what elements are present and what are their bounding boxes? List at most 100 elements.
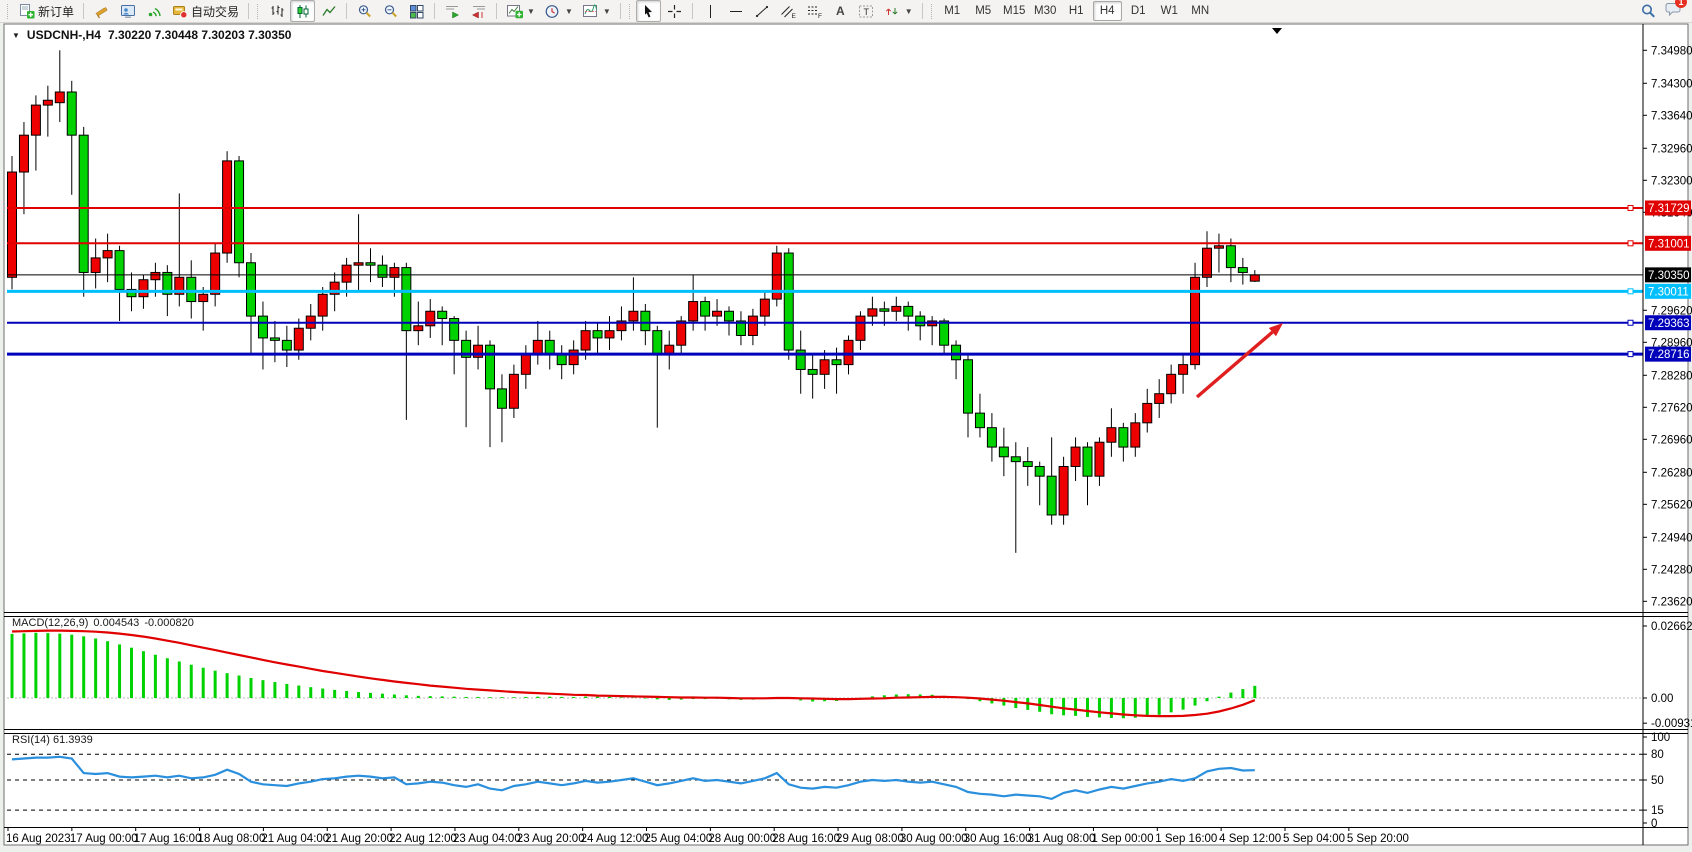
macd-indicator-label: MACD(12,26,9) 0.004543 -0.000820 [12, 617, 194, 629]
auto-scroll-button[interactable] [440, 0, 465, 22]
tile-windows-button[interactable] [404, 0, 429, 22]
auto-trading-button[interactable]: 自动交易 [167, 0, 243, 22]
timeframe-button-m5[interactable]: M5 [969, 1, 998, 21]
crosshair-tool-button[interactable] [662, 0, 687, 22]
chart-symbol-period: USDCNH-,H4 [27, 28, 101, 42]
new-chart-button[interactable]: ▼ [502, 0, 539, 22]
timeframe-button-w1[interactable]: W1 [1155, 1, 1184, 21]
svg-text:1 Sep 16:00: 1 Sep 16:00 [1155, 833, 1217, 845]
timeframe-button-mn[interactable]: MN [1186, 1, 1215, 21]
zoom-in-button[interactable] [352, 0, 377, 22]
svg-text:17 Aug 16:00: 17 Aug 16:00 [134, 833, 202, 845]
svg-text:28 Aug 16:00: 28 Aug 16:00 [772, 833, 840, 845]
svg-text:25 Aug 04:00: 25 Aug 04:00 [645, 833, 713, 845]
separator [922, 3, 923, 19]
text-icon: A [832, 3, 849, 19]
search-icon[interactable] [1640, 3, 1657, 19]
community-button[interactable]: 1 [1665, 1, 1682, 22]
svg-text:18 Aug 08:00: 18 Aug 08:00 [198, 833, 266, 845]
collapse-triangle-icon[interactable]: ▼ [12, 31, 20, 40]
macd-signal-value: -0.000820 [144, 617, 194, 629]
equidistant-channel-tool-button[interactable]: E [776, 0, 801, 22]
terminal-button[interactable] [115, 0, 140, 22]
svg-text:23 Aug 04:00: 23 Aug 04:00 [453, 833, 521, 845]
new-order-button[interactable]: 新订单 [14, 0, 78, 22]
bar-chart-mode-button[interactable] [264, 0, 289, 22]
svg-text:7.30011: 7.30011 [1648, 286, 1689, 298]
line-chart-mode-button[interactable] [316, 0, 341, 22]
chart-canvas[interactable]: 7.349807.343007.336407.329607.323007.316… [0, 0, 1692, 852]
announcement-button[interactable] [89, 0, 114, 22]
svg-text:7.31001: 7.31001 [1648, 238, 1690, 250]
timeframe-button-h4[interactable]: H4 [1093, 1, 1122, 21]
timeframe-button-h1[interactable]: H1 [1062, 1, 1091, 21]
separator [692, 3, 693, 19]
line-chart-icon [320, 3, 337, 19]
svg-text:23 Aug 20:00: 23 Aug 20:00 [517, 833, 585, 845]
rsi-indicator-label: RSI(14) 61.3939 [12, 734, 93, 746]
svg-text:21 Aug 04:00: 21 Aug 04:00 [261, 833, 329, 845]
svg-text:7.34300: 7.34300 [1651, 78, 1692, 90]
chart-window [4, 24, 1688, 845]
toolbar-grip [7, 4, 10, 19]
rsi-name: RSI(14) 61.3939 [12, 734, 93, 746]
toolbar-grip [931, 4, 934, 19]
svg-text:4 Sep 12:00: 4 Sep 12:00 [1219, 833, 1281, 845]
svg-text:21 Aug 20:00: 21 Aug 20:00 [325, 833, 393, 845]
cursor-tool-button[interactable] [636, 0, 661, 22]
chart-ohlc-values: 7.30220 7.30448 7.30203 7.30350 [108, 28, 292, 42]
horizontal-line-tool-button[interactable] [724, 0, 749, 22]
svg-text:7.28716: 7.28716 [1648, 349, 1690, 361]
periods-button[interactable]: ▼ [540, 0, 577, 22]
svg-text:0.026621: 0.026621 [1651, 621, 1692, 633]
svg-text:7.31729: 7.31729 [1648, 203, 1690, 215]
text-tool-button[interactable]: A [828, 0, 853, 22]
separator [496, 3, 497, 19]
arrows-tool-button[interactable]: ▼ [880, 0, 917, 22]
notification-badge: 1 [1675, 0, 1687, 8]
candlestick-mode-button[interactable] [290, 0, 315, 22]
clock-icon [544, 3, 561, 19]
templates-button[interactable]: ▼ [578, 0, 615, 22]
timeframe-toolbar: M1M5M15M30H1H4D1W1MN [938, 1, 1215, 21]
toolbar-grip [257, 4, 260, 19]
svg-text:17 Aug 00:00: 17 Aug 00:00 [70, 833, 138, 845]
chart-shift-button[interactable] [466, 0, 491, 22]
vertical-line-tool-button[interactable] [698, 0, 723, 22]
svg-text:7.27620: 7.27620 [1651, 402, 1692, 414]
svg-text:24 Aug 12:00: 24 Aug 12:00 [581, 833, 649, 845]
svg-text:7.26960: 7.26960 [1651, 434, 1692, 446]
timeframe-button-m15[interactable]: M15 [1000, 1, 1029, 21]
timeframe-button-m1[interactable]: M1 [938, 1, 967, 21]
svg-text:F: F [818, 13, 822, 19]
trendline-tool-button[interactable] [750, 0, 775, 22]
svg-text:15: 15 [1651, 805, 1664, 817]
svg-text:31 Aug 08:00: 31 Aug 08:00 [1028, 833, 1096, 845]
svg-text:100: 100 [1651, 732, 1670, 744]
chevron-down-icon: ▼ [527, 7, 535, 16]
svg-text:E: E [792, 13, 797, 19]
trendline-icon [754, 3, 771, 19]
timeframe-button-m30[interactable]: M30 [1031, 1, 1060, 21]
tile-windows-icon [408, 3, 425, 19]
timeframe-button-d1[interactable]: D1 [1124, 1, 1153, 21]
auto-trading-label: 自动交易 [191, 3, 239, 20]
fibonacci-tool-button[interactable]: F [802, 0, 827, 22]
svg-text:22 Aug 12:00: 22 Aug 12:00 [389, 833, 457, 845]
chevron-down-icon: ▼ [905, 7, 913, 16]
svg-text:7.26280: 7.26280 [1651, 467, 1692, 479]
zoom-out-button[interactable] [378, 0, 403, 22]
svg-text:30 Aug 00:00: 30 Aug 00:00 [900, 833, 968, 845]
auto-trading-icon [171, 3, 188, 19]
svg-text:7.33640: 7.33640 [1651, 110, 1692, 122]
new-order-icon [18, 3, 35, 19]
vertical-line-icon [702, 3, 719, 19]
chart-title: ▼ USDCNH-,H4 7.30220 7.30448 7.30203 7.3… [12, 28, 291, 42]
add-chart-icon [506, 3, 523, 19]
cursor-icon [640, 3, 657, 19]
svg-text:80: 80 [1651, 749, 1664, 761]
auto-scroll-icon [444, 3, 461, 19]
signals-button[interactable] [141, 0, 166, 22]
bar-chart-icon [268, 3, 285, 19]
text-label-tool-button[interactable]: T [854, 0, 879, 22]
